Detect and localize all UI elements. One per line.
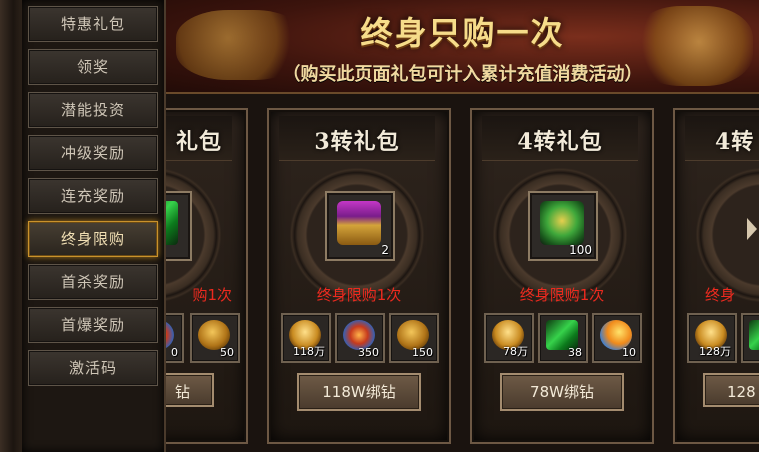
- card-title: 4转礼包: [517, 129, 603, 155]
- sidebar-item-rewards[interactable]: 领奖: [28, 49, 158, 85]
- jade-hand-icon: [540, 201, 584, 245]
- purchase-limit-text: 购1次: [192, 286, 232, 304]
- item-quantity: 2: [381, 243, 389, 257]
- item-quantity: 78万: [503, 345, 528, 358]
- sidebar-item-potential-invest[interactable]: 潜能投资: [28, 92, 158, 128]
- item-quantity: 10: [622, 346, 636, 359]
- main-panel: 终身只购一次 （购买此页面礼包可计入累计充值消费活动） 礼包 购1次 0 50 …: [166, 0, 759, 452]
- item-quantity: 38: [568, 346, 582, 359]
- card-header: 3转礼包: [279, 116, 435, 161]
- item-quantity: 350: [358, 346, 379, 359]
- buy-button[interactable]: 128: [703, 373, 759, 407]
- card-title: 3转礼包: [314, 129, 400, 155]
- sidebar-item-first-drop[interactable]: 首爆奖励: [28, 307, 158, 343]
- reward-item-slot[interactable]: 78万: [484, 313, 534, 363]
- buy-button[interactable]: 钻: [166, 373, 214, 407]
- window-border-left: [0, 0, 23, 452]
- reward-item-slot[interactable]: [741, 313, 759, 363]
- buy-button[interactable]: 78W绑钻: [500, 373, 624, 411]
- reward-item-slot[interactable]: 118万: [281, 313, 331, 363]
- item-icon: [749, 320, 759, 350]
- gift-pack-card: 3转礼包 2 终身限购1次 118万 350 150 118W绑钻: [267, 108, 451, 444]
- reward-item-slot[interactable]: 38: [538, 313, 588, 363]
- gift-pack-card: 4转 终身 128万 128: [673, 108, 759, 444]
- main-item-slot[interactable]: [166, 191, 192, 261]
- item-quantity: 150: [412, 346, 433, 359]
- sidebar-item-recharge-rewards[interactable]: 连充奖励: [28, 178, 158, 214]
- gift-pack-card: 4转礼包 100 终身限购1次 78万 38 10 78W绑钻: [470, 108, 654, 444]
- card-title: 4转: [715, 129, 755, 155]
- purchase-limit-text: 终身: [705, 286, 736, 304]
- card-header: 礼包: [166, 116, 232, 161]
- card-header: 4转礼包: [482, 116, 638, 161]
- reward-item-slot[interactable]: 50: [190, 313, 240, 363]
- sidebar-item-lifetime-limit[interactable]: 终身限购: [28, 221, 158, 257]
- gift-pack-card: 礼包 购1次 0 50 钻: [166, 108, 248, 444]
- scroll-right-arrow-icon[interactable]: [747, 218, 757, 240]
- treasure-chest-icon: [337, 201, 381, 245]
- reward-item-slot[interactable]: 0: [166, 313, 184, 363]
- banner: 终身只购一次 （购买此页面礼包可计入累计充值消费活动）: [166, 0, 759, 94]
- item-quantity: 0: [171, 346, 178, 359]
- purchase-limit-text: 终身限购1次: [316, 286, 402, 304]
- green-item-icon: [166, 201, 178, 245]
- sidebar-item-special-pack[interactable]: 特惠礼包: [28, 6, 158, 42]
- item-quantity: 50: [220, 346, 234, 359]
- reward-item-slot[interactable]: 350: [335, 313, 385, 363]
- card-header: 4转: [685, 116, 759, 161]
- banner-subtitle: （购买此页面礼包可计入累计充值消费活动）: [282, 64, 643, 85]
- reward-items: 78万 38 10: [482, 313, 642, 363]
- sidebar-item-first-kill[interactable]: 首杀奖励: [28, 264, 158, 300]
- item-quantity: 118万: [293, 345, 325, 358]
- purchase-limit-text: 终身限购1次: [519, 286, 605, 304]
- reward-items: 128万: [685, 313, 759, 363]
- item-quantity: 100: [569, 243, 592, 257]
- reward-item-slot[interactable]: 150: [389, 313, 439, 363]
- sidebar: 特惠礼包 领奖 潜能投资 冲级奖励 连充奖励 终身限购 首杀奖励 首爆奖励 激活…: [22, 0, 166, 452]
- reward-items: 0 50: [166, 313, 240, 363]
- main-item-slot[interactable]: 2: [325, 191, 395, 261]
- sidebar-item-level-rewards[interactable]: 冲级奖励: [28, 135, 158, 171]
- reward-item-slot[interactable]: 10: [592, 313, 642, 363]
- reward-item-slot[interactable]: 128万: [687, 313, 737, 363]
- main-item-slot[interactable]: 100: [528, 191, 598, 261]
- buy-button[interactable]: 118W绑钻: [297, 373, 421, 411]
- sidebar-item-activation-code[interactable]: 激活码: [28, 350, 158, 386]
- item-quantity: 128万: [699, 345, 731, 358]
- card-title: 礼包: [175, 129, 222, 155]
- reward-items: 118万 350 150: [279, 313, 439, 363]
- banner-title: 终身只购一次: [360, 14, 565, 52]
